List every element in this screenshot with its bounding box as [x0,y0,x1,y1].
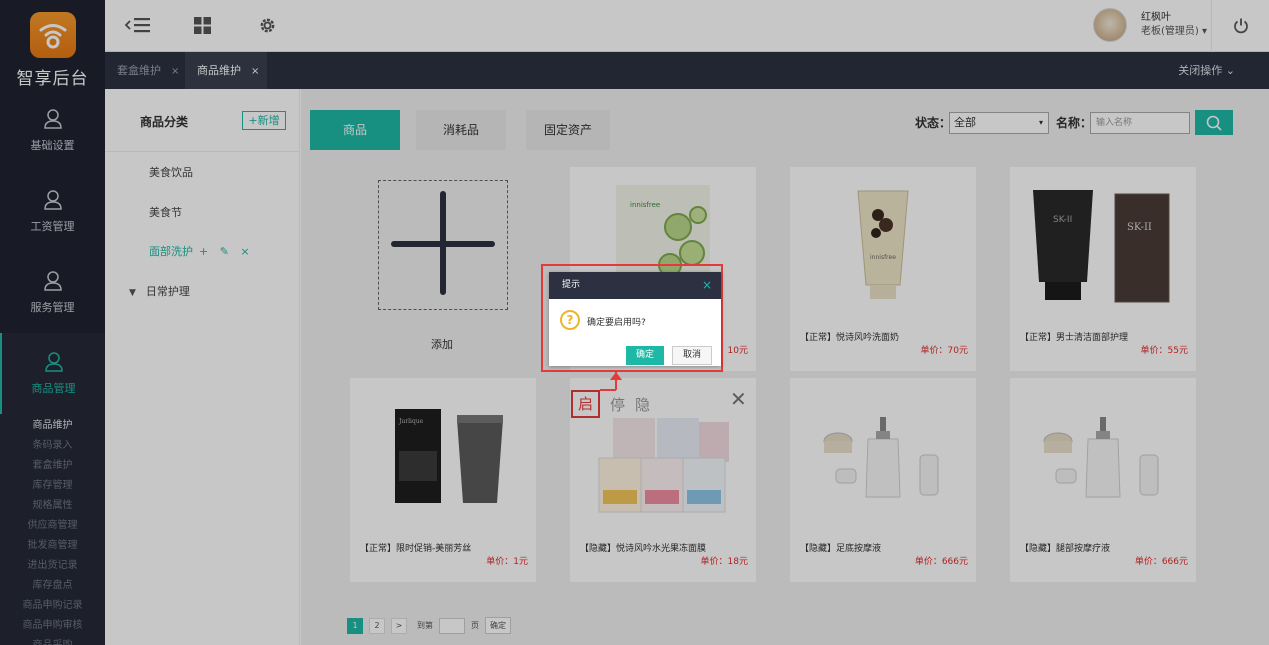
app-root: 智享后台 基础设置 工资管理 服务管理 商品管理 商品维护 条码录入 套盒维护 … [0,0,1269,645]
dialog-message: 确定要启用吗? [587,318,646,328]
confirm-button[interactable]: 确定 [626,346,664,365]
question-icon: ? [560,310,580,330]
dialog-header: 提示 × [549,272,721,299]
cancel-button[interactable]: 取消 [672,346,712,365]
dialog-title: 提示 [562,280,581,290]
annotation-arrow-foot [600,389,616,391]
confirm-dialog: 提示 × ? 确定要启用吗? 确定 取消 [549,272,721,366]
close-icon[interactable]: × [702,272,712,299]
annotation-arrow-head [610,372,622,380]
